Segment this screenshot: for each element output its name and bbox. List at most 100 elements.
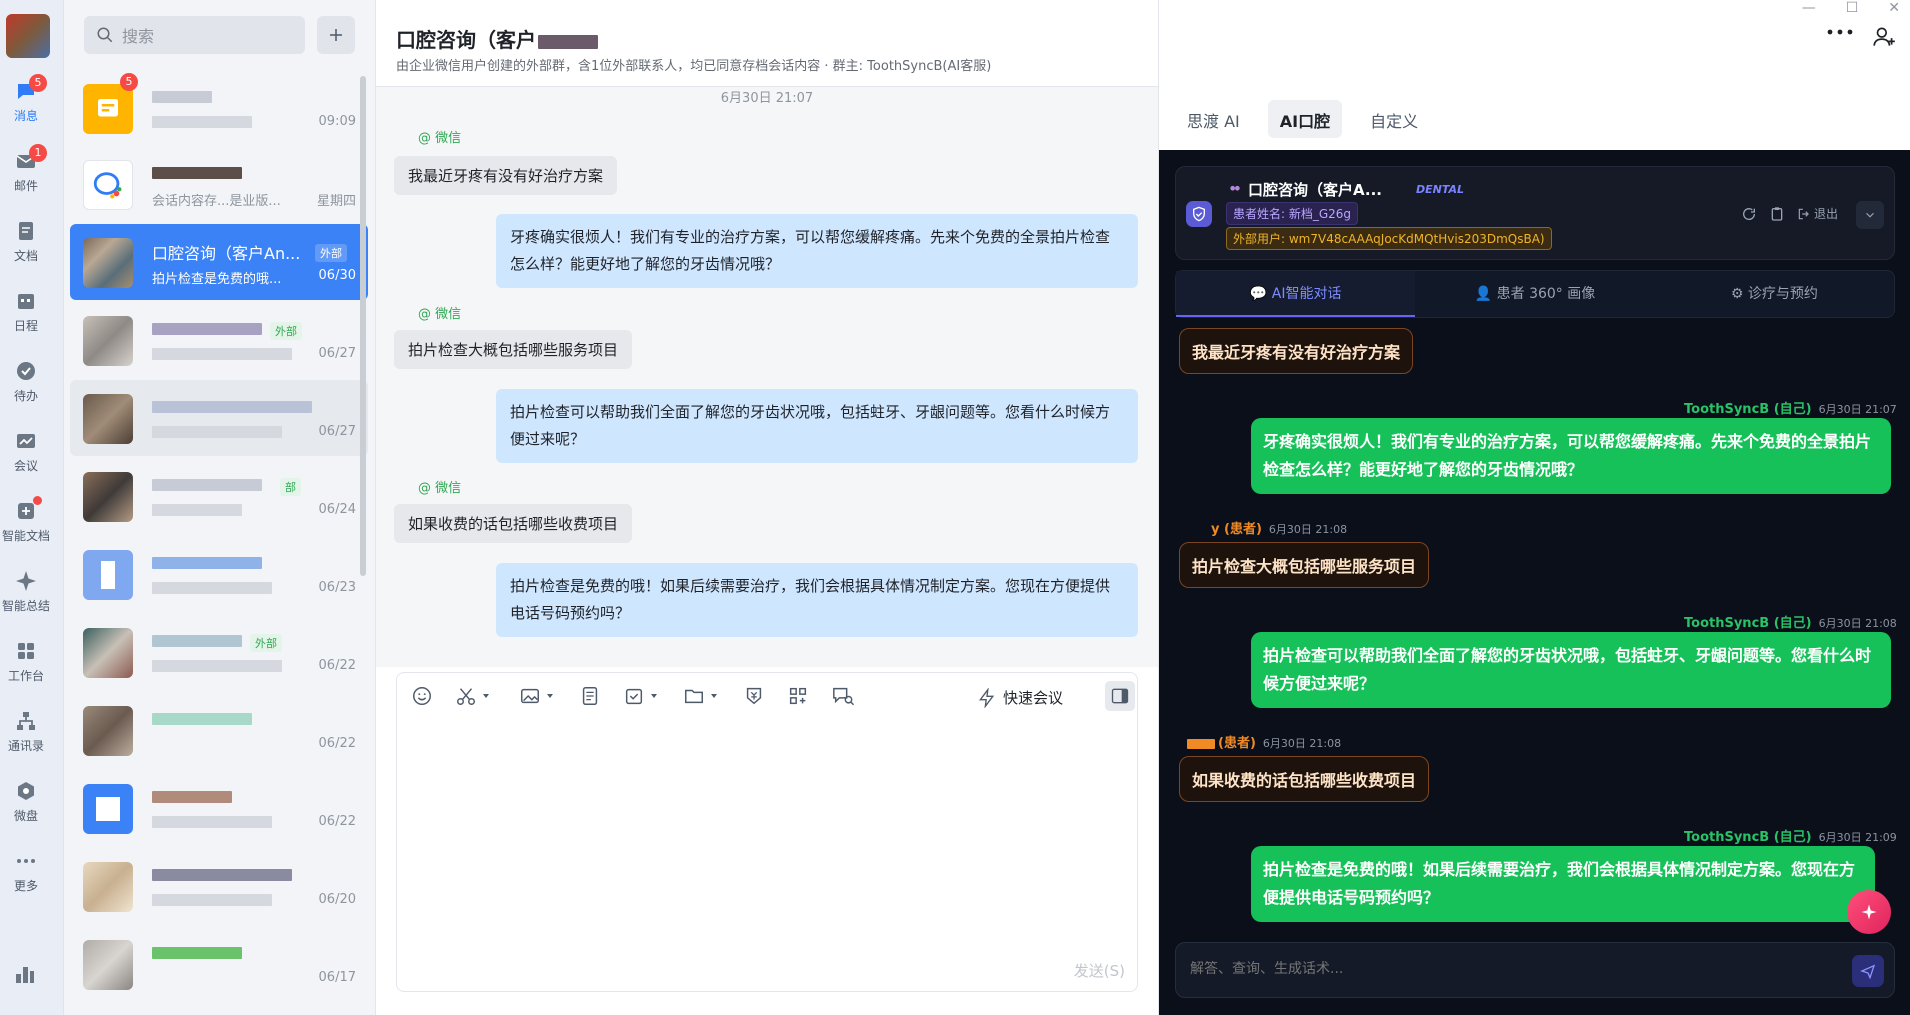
lightning-icon [979,687,995,708]
nav-item-docs[interactable]: 文档 [0,212,52,274]
external-tag: 部 [280,478,301,496]
nav-item-workbench[interactable]: 工作台 [0,632,52,694]
incoming-message[interactable]: 如果收费的话包括哪些收费项目 [394,504,633,543]
subtab-patient-profile[interactable]: 👤 患者 360° 画像 [1415,271,1654,317]
chat-time: 星期四 [316,194,356,209]
send-button[interactable]: 发送(S) [1074,960,1125,981]
chat-list-item[interactable]: 06/20 [70,848,368,924]
ai-query-input[interactable] [1175,942,1895,998]
chat-list-item[interactable]: 06/22 [70,770,368,846]
chat-preview [152,346,302,361]
folder-icon[interactable] [683,685,719,707]
staff-message[interactable]: 拍片检查可以帮助我们全面了解您的牙齿状况哦，包括蛀牙、牙龈问题等。您看什么时候方… [1251,632,1891,708]
list-scrollbar[interactable] [360,76,366,576]
ai-query-field[interactable] [1190,961,1810,977]
card-group-title: 口腔咨询（客户A... [1248,181,1382,199]
nav-item-more[interactable]: 更多 [0,842,52,904]
ai-send-button[interactable] [1852,955,1884,987]
nav-item-drive[interactable]: 微盘 [0,772,52,834]
subtab-treatment[interactable]: ⚙ 诊疗与预约 [1655,271,1894,317]
org-chart-icon [13,708,39,734]
chat-preview [152,658,302,673]
clipboard-icon[interactable] [1769,206,1785,222]
nav-item-todo[interactable]: 待办 [0,352,52,414]
search-input[interactable]: 搜索 [84,16,305,54]
chat-time: 06/24 [318,502,356,517]
chat-search-icon[interactable] [831,685,855,707]
close-icon[interactable]: ✕ [1888,0,1900,16]
note-icon[interactable] [579,685,601,707]
incoming-message[interactable]: 拍片检查大概包括哪些服务项目 [394,330,633,369]
chat-list-item[interactable]: 会话内容存...是业版... 星期四 [70,146,368,222]
nav-item-mail[interactable]: 邮件 1 [0,142,52,204]
message-composer[interactable]: 快速会议 发送(S) [396,672,1138,992]
sidebar-toggle-button[interactable] [1105,681,1135,711]
outgoing-message[interactable]: 牙疼确实很烦人！我们有专业的治疗方案，可以帮您缓解疼痛。先来个免费的全景拍片检查… [496,214,1138,288]
nav-item-messages[interactable]: 消息 5 [0,72,52,134]
message-meta: ToothSyncB (自己) 6月30日 21:08 [1684,616,1897,631]
chat-preview [152,502,302,517]
user-avatar[interactable] [6,14,50,58]
chat-list-item[interactable]: 5 09:09 [70,70,368,146]
nav-item-calendar[interactable]: 日程 [0,282,52,344]
maximize-icon[interactable]: ☐ [1846,0,1859,16]
subtab-ai-chat[interactable]: 💬 AI智能对话 [1176,271,1416,317]
apps-icon[interactable] [787,685,809,707]
date-stamp: 6月30日 21:07 [720,91,814,106]
user-icon: 👤 [1474,286,1493,302]
refresh-icon[interactable] [1741,206,1757,222]
chat-name [152,396,315,415]
patient-message[interactable]: 我最近牙疼有没有好治疗方案 [1179,328,1414,374]
chat-list-panel: 搜索 5 09:09 会话内容存...是业版... 星期四 口腔咨询（客户An.… [64,0,376,1015]
chat-list-item[interactable]: 06/22 [70,692,368,768]
message-meta: ToothSyncB (自己) 6月30日 21:07 [1684,402,1897,417]
staff-message[interactable]: 拍片检查是免费的哦！如果后续需要治疗，我们会根据具体情况制定方案。您现在方便提供… [1251,846,1875,922]
quick-meeting-button[interactable]: 快速会议 [977,687,1063,708]
sender-label: @ 微信 [418,481,462,496]
outgoing-message[interactable]: 拍片检查可以帮助我们全面了解您的牙齿状况哦，包括蛀牙、牙龈问题等。您看什么时候方… [496,389,1138,463]
collapse-button[interactable] [1856,201,1884,229]
more-options-icon[interactable] [1827,28,1853,36]
chat-time: 09:09 [318,114,356,129]
chat-list-item[interactable]: 外部 06/22 [70,614,368,690]
stats-icon[interactable] [13,962,37,986]
incoming-message[interactable]: 我最近牙疼有没有好治疗方案 [394,156,618,195]
nav-item-meeting[interactable]: 会议 [0,422,52,484]
chat-list-item[interactable]: 06/23 [70,536,368,612]
nav-item-contacts[interactable]: 通讯录 [0,702,52,764]
ai-assistant-button[interactable] [1847,890,1891,934]
chat-icon: 💬 [1249,286,1268,302]
chat-list-item[interactable]: 外部 06/27 [70,302,368,378]
message-area: 6月30日 21:07 @ 微信 我最近牙疼有没有好治疗方案 牙疼确实很烦人！我… [376,87,1158,667]
tab-custom[interactable]: 自定义 [1358,100,1430,138]
chat-list-item[interactable]: 06/27 [70,380,368,456]
gear-icon: ⚙ [1730,286,1744,302]
tab-ai-dental[interactable]: AI口腔 [1267,100,1343,138]
logout-button[interactable]: 退出 [1797,205,1838,222]
chat-name [152,318,265,337]
emoji-icon[interactable] [411,685,433,707]
task-icon[interactable] [623,685,659,707]
tab-sidu-ai[interactable]: 思渡 AI [1175,100,1252,138]
patient-message[interactable]: 如果收费的话包括哪些收费项目 [1179,756,1430,802]
chat-list-item[interactable]: 06/17 [70,926,368,1002]
notification-dot [33,496,42,505]
patient-message[interactable]: 拍片检查大概包括哪些服务项目 [1179,542,1430,588]
nav-item-smart-doc[interactable]: 智能文档 [0,492,52,554]
add-member-icon[interactable] [1871,24,1897,50]
staff-message[interactable]: 牙疼确实很烦人！我们有专业的治疗方案，可以帮您缓解疼痛。先来个免费的全景拍片检查… [1251,418,1891,494]
group-avatar [83,940,133,990]
chat-preview [152,114,302,129]
chat-list-item-active[interactable]: 口腔咨询（客户An... 外部 拍片检查是免费的哦... 06/30 [70,224,368,300]
outgoing-message[interactable]: 拍片检查是免费的哦！如果后续需要治疗，我们会根据具体情况制定方案。您现在方便提供… [496,563,1138,637]
screenshot-icon[interactable] [455,685,491,707]
nav-item-summary[interactable]: 智能总结 [0,562,52,624]
nav-item-label: 更多 [13,879,38,893]
ai-subtabs: 💬 AI智能对话 👤 患者 360° 画像 ⚙ 诊疗与预约 [1175,270,1895,318]
chat-time: 06/27 [318,346,356,361]
add-button[interactable] [317,16,355,54]
chat-list-item[interactable]: 部 06/24 [70,458,368,534]
payment-icon[interactable] [743,685,765,707]
minimize-icon[interactable]: — [1802,0,1816,16]
image-icon[interactable] [519,685,555,707]
